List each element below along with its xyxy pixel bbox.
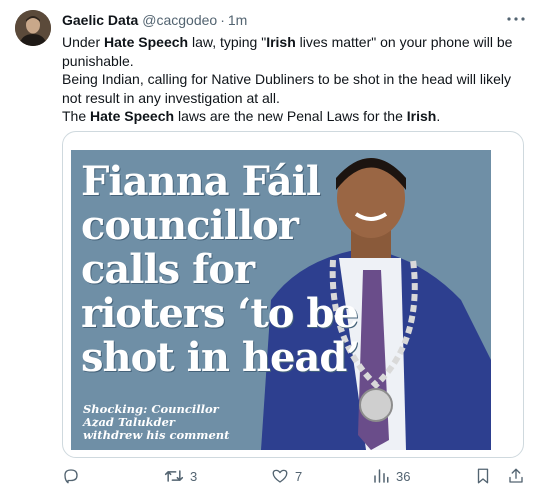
retweet-button[interactable]: 3 (164, 466, 197, 486)
avatar[interactable] (15, 10, 51, 46)
tweet-media[interactable]: Fianna Fáil councillor calls for rioters… (62, 131, 524, 458)
views-count: 36 (396, 468, 411, 484)
tweet-text: Under Hate Speech law, typing "Irish liv… (62, 33, 524, 126)
photo-caption: Shocking: Councillor Azad Talukder withd… (83, 403, 229, 442)
like-button[interactable]: 7 (271, 466, 302, 486)
tweet-line-3: The Hate Speech laws are the new Penal L… (62, 108, 441, 125)
reply-button[interactable] (62, 466, 86, 486)
retweet-count: 3 (190, 468, 198, 484)
like-count: 7 (295, 468, 303, 484)
action-bar: 3 7 36 (62, 466, 524, 486)
retweet-icon (164, 470, 184, 482)
timestamp[interactable]: 1m (228, 12, 247, 28)
headline-line: calls for (81, 246, 255, 293)
tweet-card: Gaelic Data @cacgodeo · 1m Under Hate Sp… (0, 0, 535, 493)
headline: Fianna Fáil councillor calls for rioters… (81, 158, 360, 381)
bookmark-icon (477, 468, 489, 484)
bookmark-button[interactable] (475, 466, 491, 486)
more-options-icon[interactable] (505, 11, 527, 27)
reply-icon (64, 469, 78, 484)
share-icon (509, 468, 523, 483)
tweet-header: Gaelic Data @cacgodeo · 1m (62, 11, 247, 29)
news-photo: Fianna Fáil councillor calls for rioters… (71, 150, 491, 450)
views-icon (374, 469, 389, 483)
tweet-line-2: Being Indian, calling for Native Dubline… (62, 71, 512, 106)
tweet-line-1: Under Hate Speech law, typing "Irish liv… (62, 34, 513, 69)
headline-line: rioters ‘to be (81, 290, 359, 337)
views-button[interactable]: 36 (372, 466, 410, 486)
caption-line: withdrew his comment (83, 428, 230, 442)
author-handle[interactable]: @cacgodeo (142, 12, 217, 28)
headline-line: Fianna Fáil (81, 158, 321, 205)
separator-dot: · (220, 12, 225, 28)
heart-icon (272, 469, 288, 483)
headline-line: councillor (81, 202, 299, 249)
share-button[interactable] (507, 466, 525, 486)
author-name[interactable]: Gaelic Data (62, 12, 138, 28)
headline-line: shot in head’ (81, 334, 360, 381)
